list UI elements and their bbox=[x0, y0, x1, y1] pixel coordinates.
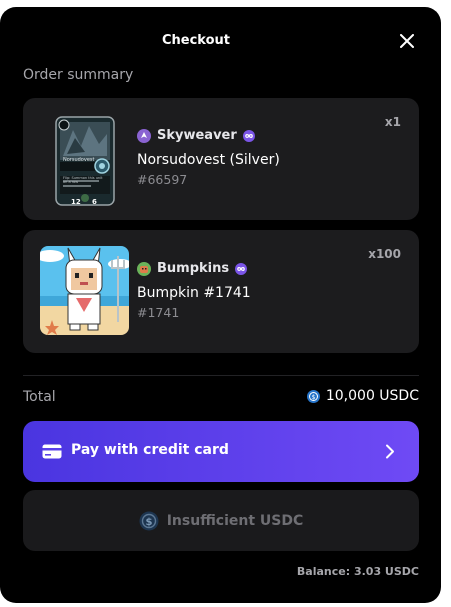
balance-text: Balance: 3.03 USDC bbox=[296, 565, 419, 578]
bumpkin-character-thumbnail bbox=[40, 246, 129, 335]
insufficient-label: Insufficient USDC bbox=[166, 512, 304, 529]
checkout-modal: Checkout Order summary x1 Norsudovest Fl… bbox=[0, 7, 441, 603]
close-button[interactable] bbox=[396, 30, 418, 52]
verified-badge-icon bbox=[235, 262, 248, 275]
item-token-id: #66597 bbox=[137, 172, 188, 187]
item-quantity: x1 bbox=[384, 115, 401, 129]
svg-text:$: $ bbox=[145, 517, 152, 528]
total-amount: 10,000 USDC bbox=[325, 388, 419, 404]
collection-row: Bumpkins bbox=[137, 261, 248, 276]
order-item-card: x100 Bumpkins Bumpkin #1741 #1741 bbox=[23, 230, 419, 353]
collection-name: Bumpkins bbox=[157, 261, 230, 276]
collection-row: Skyweaver bbox=[137, 128, 255, 143]
card-art-health: 6 bbox=[92, 198, 97, 206]
skyweaver-logo-icon bbox=[137, 128, 151, 143]
order-item-card: x1 Norsudovest Flip: Summon this unit on… bbox=[23, 98, 419, 220]
verified-badge-icon bbox=[242, 129, 255, 142]
close-icon bbox=[400, 34, 414, 48]
item-name: Bumpkin #1741 bbox=[137, 285, 251, 301]
divider bbox=[23, 375, 419, 376]
pay-with-credit-card-button[interactable]: Pay with credit card bbox=[23, 421, 419, 482]
usdc-coin-icon: $ bbox=[139, 511, 159, 530]
usdc-coin-icon: $ bbox=[306, 389, 320, 403]
card-art-attack: 12 bbox=[71, 198, 81, 206]
modal-title: Checkout bbox=[161, 33, 230, 48]
bumpkins-logo-icon bbox=[137, 261, 151, 276]
item-quantity: x100 bbox=[368, 247, 401, 261]
card-art-name: Norsudovest bbox=[63, 157, 95, 163]
insufficient-usdc-button: $ Insufficient USDC bbox=[23, 490, 419, 551]
order-summary-label: Order summary bbox=[23, 67, 134, 83]
item-name: Norsudovest (Silver) bbox=[137, 152, 280, 168]
item-token-id: #1741 bbox=[137, 305, 180, 320]
card-art-text: Flip: Summon this unit on a row bbox=[63, 176, 103, 185]
collection-name: Skyweaver bbox=[157, 128, 237, 143]
total-label: Total bbox=[23, 389, 56, 405]
credit-card-icon bbox=[42, 444, 62, 459]
chevron-right-icon bbox=[386, 444, 394, 459]
pay-button-label: Pay with credit card bbox=[71, 442, 229, 458]
total-value: $ 10,000 USDC bbox=[306, 388, 419, 404]
svg-text:$: $ bbox=[311, 394, 315, 401]
